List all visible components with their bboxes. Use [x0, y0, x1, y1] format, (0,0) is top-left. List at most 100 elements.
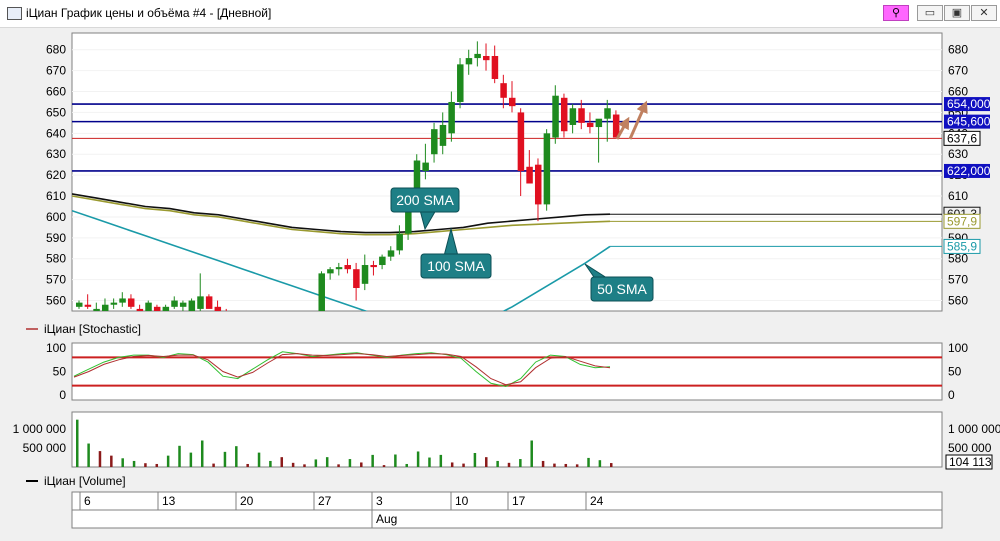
volume-bar — [87, 443, 90, 467]
candle-body — [335, 267, 343, 270]
candle-body — [483, 55, 490, 61]
candle-body — [543, 133, 551, 205]
volume-bar — [564, 463, 568, 467]
volume-bar — [416, 451, 420, 467]
candle-body — [569, 108, 577, 125]
candle-body — [275, 324, 282, 326]
candle-body — [179, 302, 187, 307]
price-y-tick-left: 590 — [46, 231, 66, 245]
volume-bar — [507, 462, 511, 467]
volume-bar — [189, 452, 193, 467]
date-tick-label: 3 — [376, 494, 383, 508]
candle-body — [101, 304, 109, 311]
price-y-tick-right: 560 — [948, 294, 968, 308]
sma-value-label: 585,9 — [947, 239, 977, 253]
level-label: 622,000 — [947, 164, 991, 178]
candle-body — [500, 83, 507, 98]
candle-body — [136, 308, 144, 311]
price-y-tick-left: 640 — [46, 126, 66, 140]
candle-body — [474, 53, 481, 59]
volume-bar — [155, 463, 159, 467]
volume-bar — [144, 463, 147, 467]
candle-body — [84, 304, 92, 307]
volume-y-tick-right: 500 000 — [948, 441, 992, 455]
volume-bar — [610, 463, 613, 467]
volume-bar — [382, 465, 386, 467]
price-y-tick-right: 670 — [948, 64, 968, 78]
stoch-y-tick-right: 100 — [948, 341, 968, 355]
volume-last-label: 104 113 — [949, 455, 992, 469]
candle-body — [284, 324, 291, 330]
volume-bar — [257, 452, 261, 467]
volume-bar — [394, 454, 397, 467]
candle-body — [353, 269, 360, 289]
candle-body — [491, 55, 499, 79]
price-y-tick-left: 620 — [46, 168, 66, 182]
chart-area[interactable]: 5605605705705805805905906006006106106206… — [0, 0, 1000, 541]
price-y-tick-left: 650 — [46, 105, 66, 119]
volume-bar — [303, 464, 306, 467]
candle-body — [153, 306, 161, 311]
volume-bar — [496, 460, 499, 467]
date-tick-label: 27 — [318, 494, 332, 508]
candle-body — [162, 306, 170, 311]
volume-bar — [121, 458, 124, 467]
candle-body — [223, 315, 230, 317]
stoch-y-tick-left: 0 — [59, 388, 66, 402]
volume-bar — [519, 459, 522, 467]
candle-body — [214, 306, 222, 311]
volume-bar — [428, 457, 431, 467]
price-y-tick-left: 600 — [46, 210, 66, 224]
volume-bar — [166, 455, 170, 467]
price-y-tick-left: 560 — [46, 294, 66, 308]
candle-body — [76, 302, 83, 307]
sma-100-callout-label: 100 SMA — [427, 258, 485, 274]
level-label: 645,600 — [947, 115, 991, 129]
candle-body — [509, 97, 516, 107]
candle-body — [534, 164, 542, 205]
candle-body — [465, 58, 473, 65]
volume-bar — [405, 463, 408, 467]
volume-bar — [553, 463, 556, 467]
date-tick-label: 24 — [590, 494, 604, 508]
candle-body — [258, 315, 265, 319]
candle-body — [344, 265, 351, 270]
volume-bar — [223, 451, 227, 467]
price-panel[interactable] — [71, 32, 943, 312]
candle-body — [267, 319, 274, 325]
candle-body — [310, 328, 317, 330]
volume-bar — [485, 457, 488, 467]
candle-body — [145, 302, 152, 311]
price-y-tick-right: 610 — [948, 189, 968, 203]
volume-bar — [530, 440, 533, 467]
candle-body — [110, 302, 118, 305]
candle-body — [119, 298, 126, 303]
candle-body — [578, 108, 585, 123]
stoch-y-tick-right: 50 — [948, 365, 962, 379]
volume-bar — [314, 459, 318, 467]
candle-body — [517, 112, 525, 171]
volume-bar — [575, 464, 579, 467]
volume-bar — [360, 462, 363, 467]
candle-body — [604, 108, 611, 119]
volume-panel-label: iЦиан [Volume] — [44, 474, 126, 488]
sma-200-callout-label: 200 SMA — [396, 192, 454, 208]
candle-body — [422, 162, 429, 171]
month-label: Aug — [376, 512, 397, 526]
candle-body — [552, 95, 559, 138]
price-y-tick-left: 670 — [46, 64, 66, 78]
volume-bar — [269, 460, 272, 467]
volume-bar — [541, 460, 545, 467]
volume-y-tick-left: 500 000 — [23, 441, 67, 455]
date-tick-label: 13 — [162, 494, 176, 508]
candle-body — [396, 233, 403, 251]
volume-bar — [325, 457, 329, 467]
candle-body — [301, 326, 308, 330]
stochastic-panel[interactable] — [71, 342, 943, 401]
date-tick-label: 6 — [84, 494, 91, 508]
candle-body — [370, 265, 377, 268]
price-y-tick-right: 570 — [948, 273, 968, 287]
stoch-y-tick-left: 50 — [53, 365, 67, 379]
price-y-tick-right: 680 — [948, 43, 968, 57]
volume-bar — [280, 457, 284, 467]
